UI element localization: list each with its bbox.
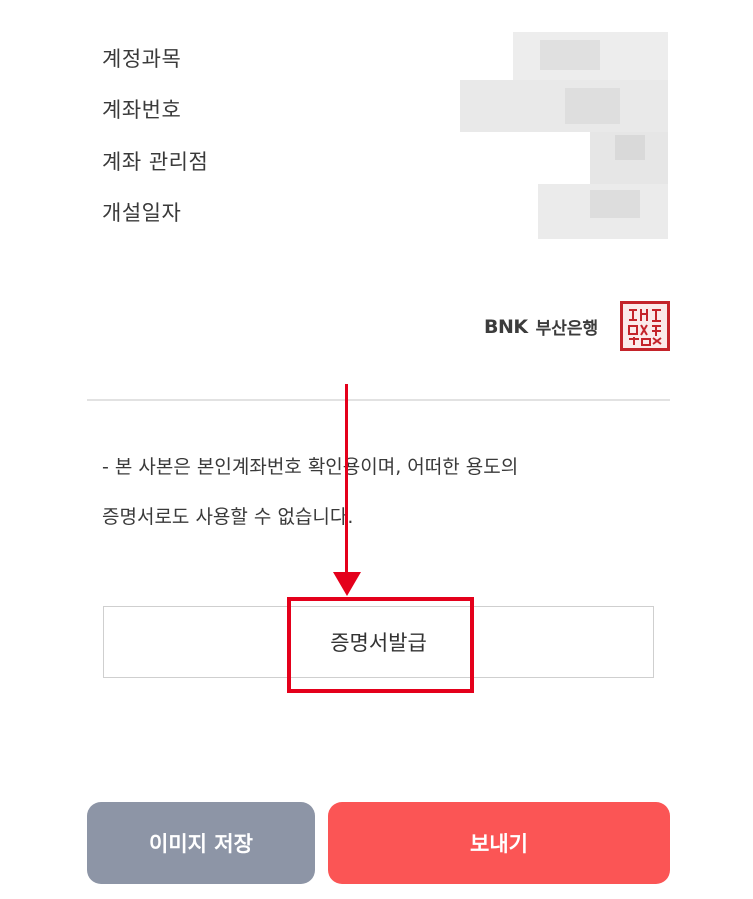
notice-line-1: - 본 사본은 본인계좌번호 확인용이며, 어떠한 용도의 [102, 456, 519, 478]
send-button[interactable]: 보내기 [328, 802, 670, 884]
bank-name: 부산은행 [535, 319, 599, 339]
label-account-subject: 계정과목 [102, 47, 182, 71]
section-divider [87, 399, 670, 401]
bnk-logo: BNK [484, 315, 528, 338]
label-account-number: 계좌번호 [102, 98, 182, 122]
save-image-button[interactable]: 이미지 저장 [87, 802, 315, 884]
send-label: 보내기 [470, 832, 528, 856]
annotation-arrow-head-icon [333, 572, 361, 596]
bank-seal-icon [620, 301, 670, 351]
save-image-label: 이미지 저장 [149, 832, 253, 856]
label-account-branch: 계좌 관리점 [102, 150, 209, 174]
annotation-highlight-box [287, 597, 474, 693]
annotation-arrow-shaft [345, 384, 348, 574]
bank-brand: BNK 부산은행 [484, 314, 599, 340]
label-opening-date: 개설일자 [102, 201, 182, 225]
notice-line-2: 증명서로도 사용할 수 없습니다. [102, 506, 354, 528]
